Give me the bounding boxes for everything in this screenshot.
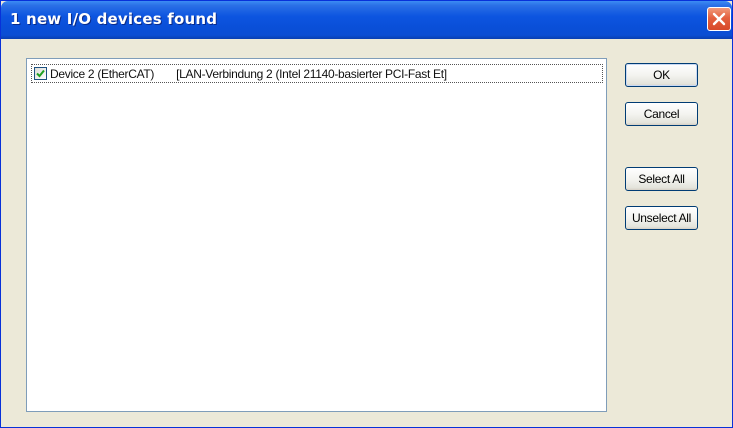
device-listbox[interactable]: Device 2 (EtherCAT) [LAN-Verbindung 2 (I… <box>26 58 607 412</box>
checkmark-icon <box>36 69 45 78</box>
list-item-device-2[interactable]: Device 2 (EtherCAT) [LAN-Verbindung 2 (I… <box>31 64 603 83</box>
ok-button[interactable]: OK <box>625 63 698 87</box>
unselect-all-button[interactable]: Unselect All <box>625 206 698 230</box>
device-name: Device 2 (EtherCAT) <box>50 66 155 81</box>
close-button[interactable] <box>707 7 731 31</box>
device-checkbox[interactable] <box>34 67 47 80</box>
select-all-button[interactable]: Select All <box>625 167 698 191</box>
device-adapter: [LAN-Verbindung 2 (Intel 21140-basierter… <box>176 66 447 81</box>
title-bar[interactable]: 1 new I/O devices found <box>1 1 732 39</box>
device-found-dialog: 1 new I/O devices found Device 2 (EtherC… <box>0 0 733 428</box>
cancel-button[interactable]: Cancel <box>625 102 698 126</box>
window-title: 1 new I/O devices found <box>10 10 218 28</box>
close-icon <box>712 12 726 26</box>
